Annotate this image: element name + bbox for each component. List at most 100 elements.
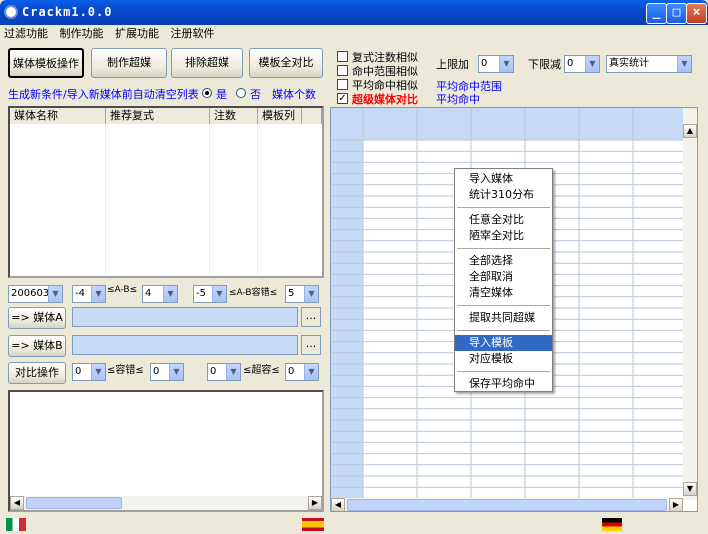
context-menu[interactable]: 导入媒体 统计310分布 任意全对比 陋宰全对比全部选择 全部取消 清空媒体提取共同超媒导… <box>454 168 553 392</box>
ab-tol-max-select[interactable]: 5 ▼ <box>285 285 319 303</box>
col-header-name[interactable]: 媒体名称 <box>10 108 106 124</box>
grid-vertical-scrollbar[interactable]: ▲ ▼ <box>683 108 697 500</box>
context-menu-item[interactable]: 导入模板 <box>455 335 552 351</box>
grid-horizontal-scrollbar[interactable]: ◀ ▶ <box>331 498 683 511</box>
media-a-button[interactable]: => 媒体A <box>8 307 66 329</box>
close-button[interactable]: × <box>686 3 707 24</box>
app-icon <box>4 5 18 19</box>
menu-register[interactable]: 注册软件 <box>171 27 215 40</box>
media-a-field[interactable] <box>72 307 298 327</box>
upper-limit-select[interactable]: 0 ▼ <box>478 55 514 73</box>
check-bet-similar[interactable] <box>337 51 348 62</box>
auto-clear-prompt: 生成新条件/导入新媒体前自动清空列表 <box>8 88 199 101</box>
ab-tol-min-select[interactable]: -5 ▼ <box>193 285 227 303</box>
tol-max-select[interactable]: 0 ▼ <box>150 363 184 381</box>
title-bar[interactable]: Crackm1.0.0 _ □ × <box>0 0 708 25</box>
context-menu-item[interactable]: 提取共同超媒 <box>455 310 552 326</box>
maximize-button[interactable]: □ <box>666 3 687 24</box>
context-menu-item[interactable]: 清空媒体 <box>455 285 552 301</box>
radio-no-label: 否 <box>250 88 261 101</box>
context-menu-item[interactable]: 全部取消 <box>455 269 552 285</box>
column-divider <box>209 124 210 274</box>
scroll-thumb[interactable] <box>347 499 667 511</box>
ab-tol-label: ≤A-B容错≤ <box>229 288 278 298</box>
menu-filter[interactable]: 过滤功能 <box>4 27 48 40</box>
context-menu-item[interactable]: 全部选择 <box>455 253 552 269</box>
output-textbox[interactable]: ◀ ▶ <box>8 390 324 512</box>
scroll-left-icon[interactable]: ◀ <box>331 498 345 511</box>
context-menu-item[interactable]: 任意全对比 <box>455 212 552 228</box>
chevron-down-icon: ▼ <box>91 286 105 302</box>
menu-separator <box>457 248 550 249</box>
media-template-button[interactable]: 媒体模板操作 <box>8 48 84 78</box>
menu-separator <box>457 330 550 331</box>
scroll-up-icon[interactable]: ▲ <box>683 124 697 138</box>
ab-range-label: ≤A-B≤ <box>107 285 138 295</box>
col-header-count[interactable]: 注数 <box>210 108 258 124</box>
radio-yes[interactable] <box>202 88 212 98</box>
lower-limit-label: 下限减 <box>528 58 561 71</box>
menu-bar: 过滤功能 制作功能 扩展功能 注册软件 <box>4 25 704 42</box>
tol-min-select[interactable]: 0 ▼ <box>72 363 106 381</box>
scroll-thumb[interactable] <box>26 497 122 509</box>
context-menu-item[interactable]: 陋宰全对比 <box>455 228 552 244</box>
chevron-down-icon: ▼ <box>585 56 599 72</box>
avg-hit-link[interactable]: 平均命中 <box>436 91 480 107</box>
radio-no[interactable] <box>236 88 246 98</box>
menu-separator <box>457 371 550 372</box>
chevron-down-icon: ▼ <box>163 286 177 302</box>
media-count-label: 媒体个数 <box>272 88 316 101</box>
chevron-down-icon: ▼ <box>48 286 62 302</box>
tol-label: ≤容错≤ <box>107 365 144 376</box>
column-divider <box>257 124 258 274</box>
scroll-left-icon[interactable]: ◀ <box>10 496 24 510</box>
chevron-down-icon: ▼ <box>212 286 226 302</box>
media-list[interactable]: 媒体名称 推荐复式 注数 模板列 <box>8 106 324 278</box>
grid-row-header <box>331 108 363 500</box>
menu-separator <box>457 207 550 208</box>
context-menu-item[interactable]: 保存平均命中 <box>455 376 552 392</box>
media-b-field[interactable] <box>72 335 298 355</box>
issue-select[interactable]: 2006039 ▼ <box>8 285 63 303</box>
upper-limit-label: 上限加 <box>436 58 469 71</box>
context-menu-item[interactable]: 对应模板 <box>455 351 552 367</box>
chevron-down-icon: ▼ <box>304 364 318 380</box>
chevron-down-icon: ▼ <box>677 56 691 72</box>
media-b-browse-button[interactable]: ... <box>301 335 321 355</box>
stat-mode-select[interactable]: 真实统计 ▼ <box>606 55 692 73</box>
check-super-compare-label: 超级媒体对比 <box>352 93 418 106</box>
template-compare-button[interactable]: 模板全对比 <box>249 48 323 78</box>
minimize-button[interactable]: _ <box>646 3 667 24</box>
menu-make[interactable]: 制作功能 <box>60 27 104 40</box>
ab-min-select[interactable]: -4 ▼ <box>72 285 106 303</box>
horizontal-scrollbar[interactable]: ◀ ▶ <box>10 496 322 510</box>
super-max-select[interactable]: 0 ▼ <box>285 363 319 381</box>
scroll-right-icon[interactable]: ▶ <box>669 498 683 511</box>
col-header-recommend[interactable]: 推荐复式 <box>106 108 210 124</box>
chevron-down-icon: ▼ <box>91 364 105 380</box>
chevron-down-icon: ▼ <box>169 364 183 380</box>
media-b-button[interactable]: => 媒体B <box>8 335 66 357</box>
check-range-similar[interactable] <box>337 65 348 76</box>
col-header-template[interactable]: 模板列 <box>258 108 302 124</box>
super-min-select[interactable]: 0 ▼ <box>207 363 241 381</box>
context-menu-item[interactable]: 导入媒体 <box>455 171 552 187</box>
scroll-right-icon[interactable]: ▶ <box>308 496 322 510</box>
check-super-compare[interactable]: ✓ <box>337 93 348 104</box>
window-title: Crackm1.0.0 <box>22 5 113 19</box>
grid-header-band <box>331 108 683 140</box>
exclude-super-button[interactable]: 排除超媒 <box>171 48 243 78</box>
lower-limit-select[interactable]: 0 ▼ <box>564 55 600 73</box>
flag-icon <box>6 518 26 531</box>
ab-max-select[interactable]: 4 ▼ <box>142 285 178 303</box>
chevron-down-icon: ▼ <box>226 364 240 380</box>
media-a-browse-button[interactable]: ... <box>301 307 321 327</box>
menu-separator <box>457 305 550 306</box>
context-menu-item[interactable]: 统计310分布 <box>455 187 552 203</box>
make-super-button[interactable]: 制作超媒 <box>91 48 167 78</box>
chevron-down-icon: ▼ <box>499 56 513 72</box>
scroll-down-icon[interactable]: ▼ <box>683 482 697 496</box>
menu-extend[interactable]: 扩展功能 <box>115 27 159 40</box>
check-avg-similar[interactable] <box>337 79 348 90</box>
compare-button[interactable]: 对比操作 <box>8 362 66 384</box>
